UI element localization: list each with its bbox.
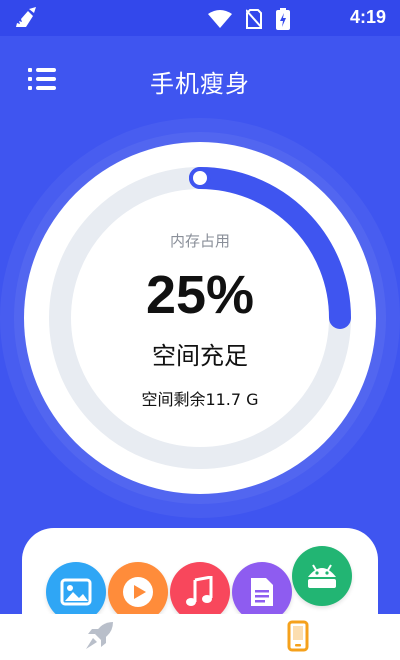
video-play-icon[interactable] (108, 562, 168, 622)
battery-charging-icon (276, 8, 290, 34)
bottom-navigation (0, 614, 400, 660)
broom-icon (14, 7, 40, 33)
wifi-icon (208, 10, 232, 32)
page-title: 手机瘦身 (150, 70, 250, 98)
image-icon[interactable] (46, 562, 106, 622)
rocket-icon (83, 620, 117, 656)
file-category-icons (0, 540, 400, 622)
memory-usage-label: 内存占用 (169, 232, 230, 250)
nav-phone-slim[interactable] (278, 620, 318, 656)
memory-percent: 25% (145, 265, 255, 325)
gauge-knob (189, 167, 211, 189)
memory-gauge: 内存占用 25% 空间充足 空间剩余11.7 G (0, 118, 400, 518)
space-status: 空间充足 (152, 342, 248, 370)
status-time: 4:19 (349, 7, 386, 27)
music-icon[interactable] (170, 562, 230, 622)
phone-icon (287, 620, 309, 656)
space-remaining: 空间剩余11.7 G (141, 390, 259, 409)
android-icon[interactable] (292, 546, 352, 606)
document-icon[interactable] (232, 562, 292, 622)
app-header: 手机瘦身 (0, 36, 400, 122)
no-sim-icon (245, 9, 263, 33)
status-bar: 4:19 (0, 0, 400, 36)
nav-boost[interactable] (80, 620, 120, 656)
